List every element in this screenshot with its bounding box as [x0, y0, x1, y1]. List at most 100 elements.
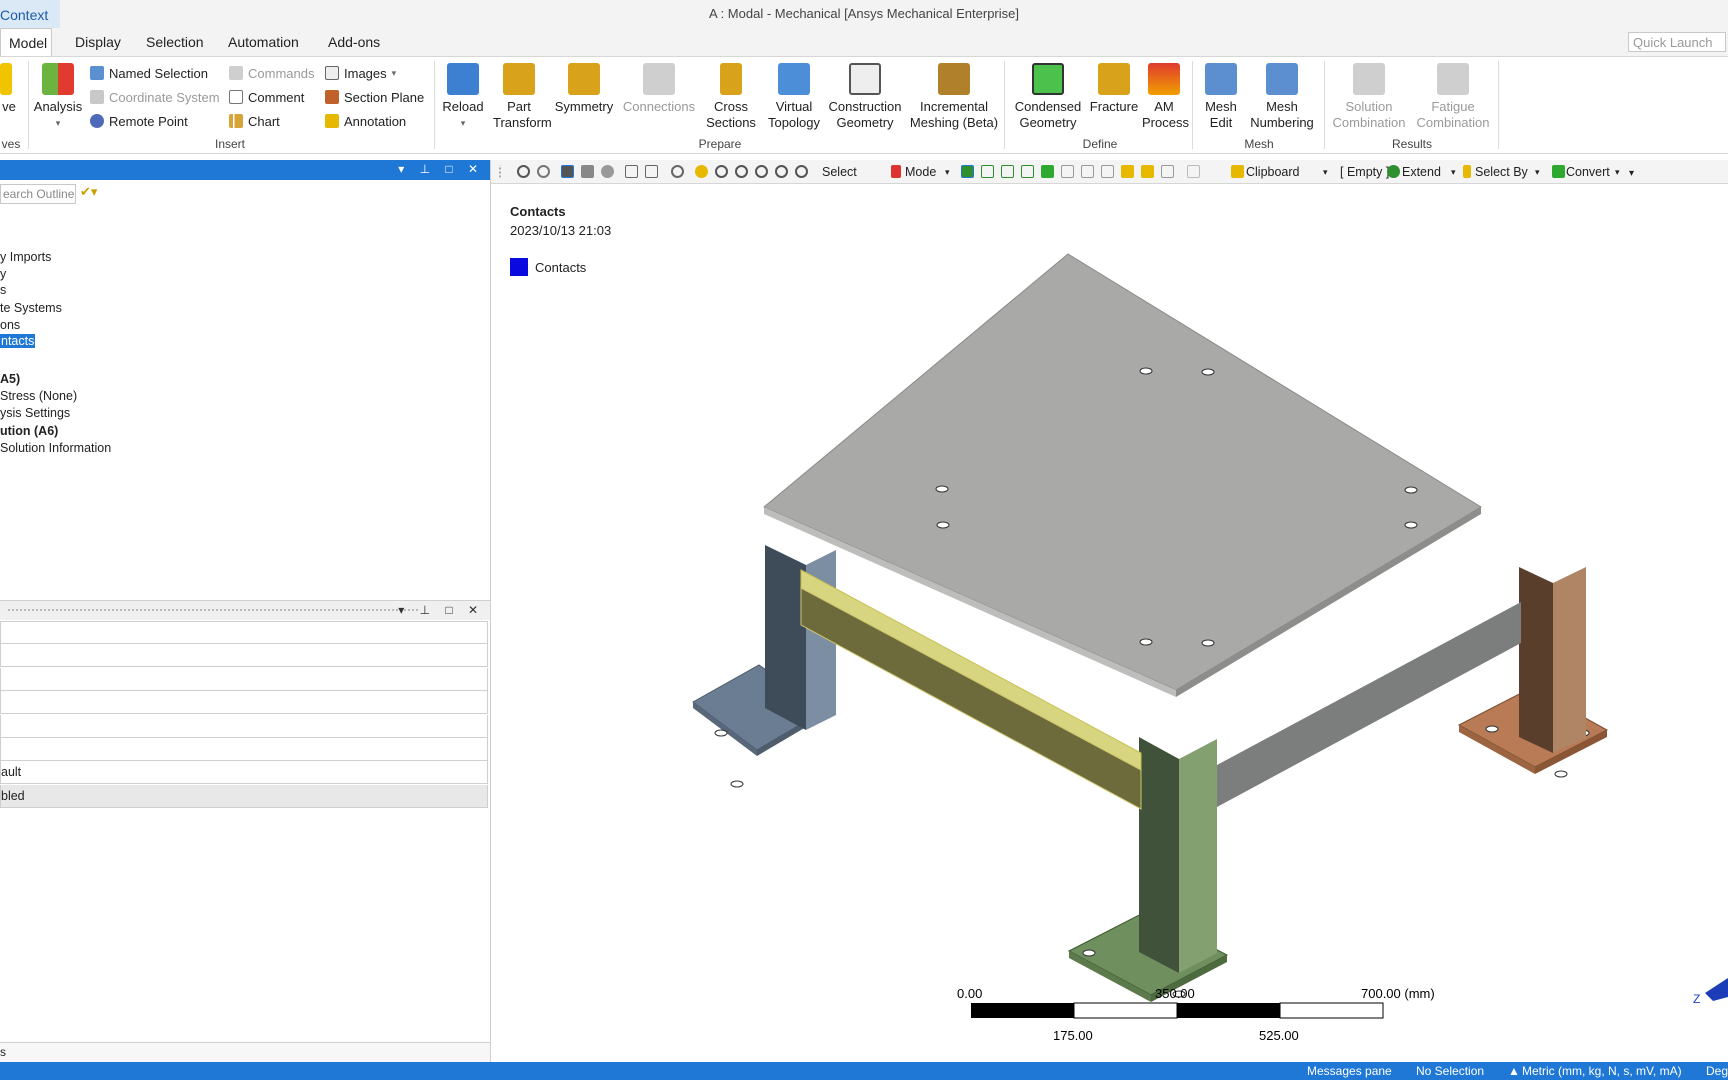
outline-tree-item[interactable]: te Systems [0, 301, 62, 315]
reload-label: Reload [442, 99, 484, 114]
coordinate-system-button[interactable]: Coordinate System [90, 87, 220, 107]
graph-icon[interactable] [1187, 165, 1200, 178]
pan-icon[interactable] [695, 165, 708, 178]
left-panel-bottom-tab[interactable]: s [0, 1042, 490, 1062]
condensed-geometry-button[interactable]: Condensed Geometry [1010, 63, 1086, 131]
extend-button[interactable]: Extend [1402, 165, 1441, 179]
select-filter-icon[interactable] [1121, 165, 1134, 178]
display-edges-icon[interactable] [601, 165, 614, 178]
zoom-icon[interactable] [715, 165, 728, 178]
analysis-button[interactable]: Analysis ▾ [33, 63, 83, 131]
details-row[interactable]: bled [0, 784, 488, 808]
tab-display[interactable]: Display [75, 28, 121, 56]
select-edge-icon[interactable] [981, 165, 994, 178]
named-selection-button[interactable]: Named Selection [90, 63, 208, 83]
incremental-meshing-button[interactable]: Incremental Meshing (Beta) [908, 63, 1000, 131]
search-outline-input[interactable]: earch Outline [0, 184, 76, 204]
construction-geometry-button[interactable]: Construction Geometry [824, 63, 906, 131]
select-all-icon[interactable] [1161, 165, 1174, 178]
wireframe-icon[interactable] [581, 165, 594, 178]
search-filter-icon[interactable]: ✔▾ [80, 184, 97, 200]
outline-tree-item[interactable]: ysis Settings [0, 406, 70, 420]
dropdown-arrow-icon: ▾ [945, 167, 950, 177]
panel-controls[interactable]: ▾ ⊥ □ ✕ [398, 603, 484, 617]
outline-tree-item[interactable]: s [0, 283, 6, 297]
section-plane-button[interactable]: Section Plane [325, 87, 424, 107]
shaded-icon[interactable] [561, 165, 574, 178]
messages-pane-status[interactable]: Messages pane [1307, 1064, 1392, 1078]
mesh-edit-button[interactable]: Mesh Edit [1198, 63, 1244, 131]
chart-button[interactable]: Chart [229, 111, 280, 131]
virtual-topology-button[interactable]: Virtual Topology [764, 63, 824, 131]
status-bar: Messages pane No Selection ▲ Metric (mm,… [0, 1062, 1728, 1080]
fracture-button[interactable]: Fracture [1086, 63, 1142, 115]
zoom-to-fit-icon[interactable] [755, 165, 768, 178]
clipboard-button[interactable]: Clipboard [1246, 165, 1300, 179]
fatigue-combination-button[interactable]: Fatigue Combination [1412, 63, 1494, 131]
zoom-in-icon[interactable] [517, 165, 530, 178]
units-status[interactable]: Metric (mm, kg, N, s, mV, mA) [1522, 1064, 1682, 1078]
remote-point-button[interactable]: Remote Point [90, 111, 188, 131]
show-icon[interactable] [645, 165, 658, 178]
rotate-icon[interactable] [671, 165, 684, 178]
select-history-icon[interactable] [1141, 165, 1154, 178]
outline-tree-item[interactable]: ution (A6) [0, 424, 58, 438]
tab-selection[interactable]: Selection [146, 28, 204, 56]
select-node-icon[interactable] [1041, 165, 1054, 178]
quick-launch-input[interactable]: Quick Launch [1628, 32, 1726, 52]
outline-tree-item[interactable]: A5) [0, 372, 20, 386]
cross-sections-icon [720, 63, 742, 95]
images-button[interactable]: Images ▾ [325, 63, 396, 83]
annotation-button[interactable]: Annotation [325, 111, 406, 131]
am-process-button[interactable]: AM Process [1142, 63, 1189, 131]
select-element-icon[interactable] [1081, 165, 1094, 178]
select-body-icon[interactable] [1021, 165, 1034, 178]
select-mesh-icon[interactable] [1101, 165, 1114, 178]
tab-automation[interactable]: Automation [228, 28, 299, 56]
select-mode-button[interactable]: Mode [905, 165, 936, 179]
box-zoom-icon[interactable] [735, 165, 748, 178]
window-title: A : Modal - Mechanical [Ansys Mechanical… [709, 6, 1019, 21]
outline-tree-item[interactable]: ons [0, 318, 20, 332]
magnifier-icon[interactable] [775, 165, 788, 178]
outline-tree-item[interactable]: y Imports [0, 250, 51, 264]
triad[interactable]: Z [1693, 978, 1728, 1006]
reload-button[interactable]: Reload ▾ [438, 63, 488, 131]
outline-tree-item[interactable]: y [0, 267, 6, 281]
outline-tree-item[interactable]: Stress (None) [0, 389, 77, 403]
model-3d-view[interactable]: 0.00 350.00 700.00 (mm) 175.00 525.00 Z [491, 185, 1728, 1062]
comment-button[interactable]: Comment [229, 87, 304, 107]
details-row[interactable] [0, 691, 488, 715]
hide-icon[interactable] [625, 165, 638, 178]
details-row[interactable]: ault [0, 761, 488, 785]
graphics-viewport[interactable]: 0.00 350.00 700.00 (mm) 175.00 525.00 Z … [491, 185, 1728, 1062]
details-row[interactable] [0, 621, 488, 644]
convert-button[interactable]: Convert [1566, 165, 1610, 179]
select-element-face-icon[interactable] [1061, 165, 1074, 178]
connections-button[interactable]: Connections [619, 63, 699, 115]
tab-model[interactable]: Model [0, 28, 52, 56]
part-transform-button[interactable]: Part Transform [493, 63, 552, 131]
zoom-out-icon[interactable] [537, 165, 550, 178]
symmetry-button[interactable]: Symmetry [552, 63, 616, 115]
details-row[interactable] [0, 667, 488, 691]
cross-sections-button[interactable]: Cross Sections [700, 63, 762, 131]
select-by-button[interactable]: Select By [1475, 165, 1528, 179]
leg-back-right[interactable] [1457, 567, 1609, 778]
select-vertex-icon[interactable] [961, 165, 974, 178]
outline-tree-item[interactable]: Solution Information [0, 441, 111, 455]
solve-button[interactable]: ve [0, 63, 18, 115]
angle-units-status[interactable]: Deg [1706, 1064, 1728, 1078]
mesh-numbering-button[interactable]: Mesh Numbering [1246, 63, 1318, 131]
solution-combination-button[interactable]: Solution Combination [1328, 63, 1410, 131]
select-face-icon[interactable] [1001, 165, 1014, 178]
outline-tree-item[interactable]: ntacts [0, 334, 36, 348]
zoom-previous-icon[interactable] [795, 165, 808, 178]
details-row[interactable] [0, 738, 488, 761]
details-row[interactable] [0, 714, 488, 738]
panel-controls[interactable]: ▾ ⊥ □ ✕ [398, 162, 484, 176]
toolbar-overflow-icon[interactable]: ▾ [1629, 168, 1634, 179]
details-row[interactable] [0, 644, 488, 668]
commands-button[interactable]: Commands [229, 63, 314, 83]
tab-add-ons[interactable]: Add-ons [328, 28, 380, 56]
